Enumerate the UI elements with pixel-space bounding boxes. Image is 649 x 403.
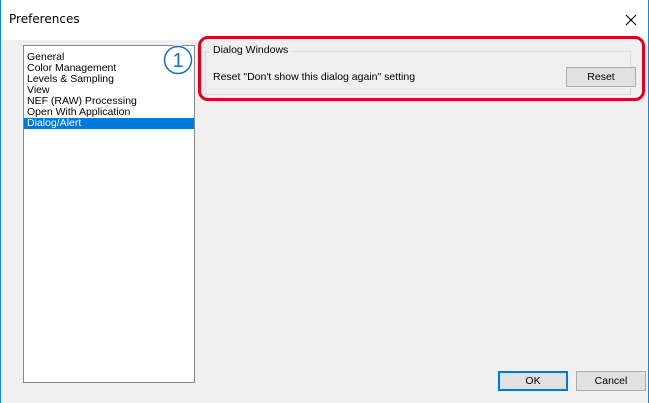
title-bar[interactable]: Preferences	[1, 0, 648, 40]
close-icon	[625, 14, 637, 26]
group-title: Dialog Windows	[210, 44, 292, 56]
cancel-button[interactable]: Cancel	[576, 371, 646, 391]
callout-number: 1	[172, 50, 183, 72]
window-title: Preferences	[9, 12, 80, 26]
sidebar-item-dialog-alert[interactable]: Dialog/Alert	[24, 118, 194, 129]
reset-button[interactable]: Reset	[566, 67, 636, 87]
category-list[interactable]: General Color Management Levels & Sampli…	[23, 45, 195, 383]
reset-setting-label: Reset "Don't show this dialog again" set…	[213, 71, 416, 83]
ok-button[interactable]: OK	[498, 371, 568, 391]
close-button[interactable]	[618, 8, 644, 32]
preferences-dialog: Preferences General Color Management Lev…	[0, 0, 649, 403]
callout-number-badge: 1	[163, 45, 193, 75]
